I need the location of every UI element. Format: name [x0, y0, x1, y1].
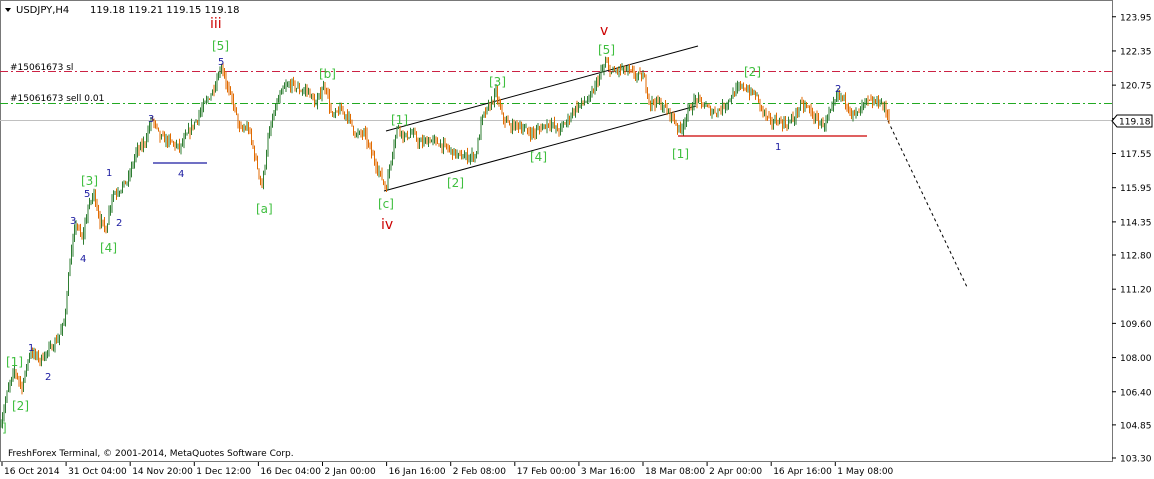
wave-label: 1: [775, 142, 781, 153]
symbol-timeframe: USDJPY,H4: [16, 5, 69, 16]
y-tick-label: 103.30: [1120, 455, 1152, 465]
y-tick-label: 109.60: [1120, 320, 1152, 330]
x-tick-label: 2 Apr 00:00: [709, 467, 762, 477]
wave-label: 4: [178, 169, 184, 180]
copyright-text: FreshForex Terminal, © 2001-2014, MetaQu…: [8, 449, 294, 459]
wave-label: [5]: [212, 39, 229, 53]
wave-label: [2]: [12, 399, 29, 413]
price-axis: 123.95 122.35 120.75 119.18 117.55 115.95 114.…: [1112, 13, 1152, 465]
wave-label: [2]: [447, 176, 464, 190]
y-tick-label: 122.35: [1120, 47, 1152, 57]
x-tick-label: 1 Dec 12:00: [196, 467, 251, 477]
wave-label: 5: [84, 189, 90, 200]
wave-label: [a]: [256, 202, 273, 216]
x-tick-label: 1 May 08:00: [837, 467, 893, 477]
y-tick-label: 104.85: [1120, 421, 1152, 431]
wave-label: 2: [45, 372, 51, 383]
wave-label: 2: [835, 84, 841, 95]
time-axis: 16 Oct 2014 31 Oct 04:00 14 Nov 20:00 1 Dec…: [1, 462, 894, 477]
projection-dashed-line[interactable]: [887, 120, 968, 288]
dropdown-triangle-icon[interactable]: [5, 8, 11, 12]
wave-label: 4: [80, 254, 86, 265]
x-tick-label: 2 Feb 08:00: [453, 467, 507, 477]
wave-label: [1]: [672, 147, 689, 161]
x-tick-label: 16 Dec 04:00: [260, 467, 321, 477]
wave-label: 2: [116, 218, 122, 229]
wave-label: [3]: [489, 75, 506, 89]
x-tick-label: 16 Oct 2014: [4, 467, 60, 477]
y-tick-label: 120.75: [1120, 82, 1152, 92]
y-tick-label: 123.95: [1120, 13, 1152, 23]
chart-svg: USDJPY,H4 119.18 119.21 119.15 119.18 #1…: [0, 0, 1153, 477]
wave-label: [3]: [81, 174, 98, 188]
x-tick-label: 17 Feb 00:00: [517, 467, 576, 477]
wave-label: [1]: [6, 355, 23, 369]
y-tick-label: 114.35: [1120, 218, 1152, 228]
wave-label: 3: [148, 114, 154, 125]
y-tick-label: 106.40: [1120, 388, 1152, 398]
wave-label: iv: [381, 217, 393, 233]
wave-label: [4]: [530, 150, 547, 164]
x-tick-label: 31 Oct 04:00: [68, 467, 127, 477]
wave-label: [c]: [378, 197, 394, 211]
x-tick-label: 3 Mar 16:00: [581, 467, 636, 477]
wave-label: [1]: [391, 113, 408, 127]
current-price-text: 119.18: [1119, 118, 1151, 128]
x-tick-label: 2 Jan 00:00: [325, 467, 377, 477]
y-tick-label: 108.00: [1120, 354, 1152, 364]
x-tick-label: 16 Jan 16:00: [389, 467, 446, 477]
price-candles: [0, 56, 890, 429]
wave-label: [4]: [100, 241, 117, 255]
wave-label: [b]: [319, 67, 336, 81]
y-tick-label: 111.20: [1120, 286, 1152, 296]
wave-label: [2]: [744, 65, 761, 79]
sell-order-label: #15061673 sell 0.01: [10, 94, 104, 104]
wave-label: ]: [2, 421, 7, 435]
y-tick-label: 112.80: [1120, 252, 1152, 262]
wave-label: 1: [28, 343, 34, 354]
current-price-tag: 119.18: [1111, 114, 1153, 128]
wave-label: 3: [70, 216, 76, 227]
wave-label: 1: [106, 168, 112, 179]
x-tick-label: 16 Apr 16:00: [773, 467, 832, 477]
y-tick-label: 117.55: [1120, 150, 1152, 160]
wave-label: [5]: [598, 43, 615, 57]
wave-label: 5: [218, 57, 224, 68]
wave-label: v: [600, 23, 608, 39]
stop-loss-label: #15061673 sl: [10, 63, 73, 73]
y-tick-label: 115.95: [1120, 184, 1152, 194]
plot-frame: [0, 0, 1113, 462]
x-tick-label: 14 Nov 20:00: [132, 467, 193, 477]
wave-labels: [1] [2] [3] [4] [5] [a] [b] [c] [1] [2] …: [2, 16, 841, 435]
x-tick-label: 18 Mar 08:00: [645, 467, 705, 477]
ohlc-values: 119.18 119.21 119.15 119.18: [90, 5, 240, 16]
wave-label: iii: [210, 16, 222, 32]
